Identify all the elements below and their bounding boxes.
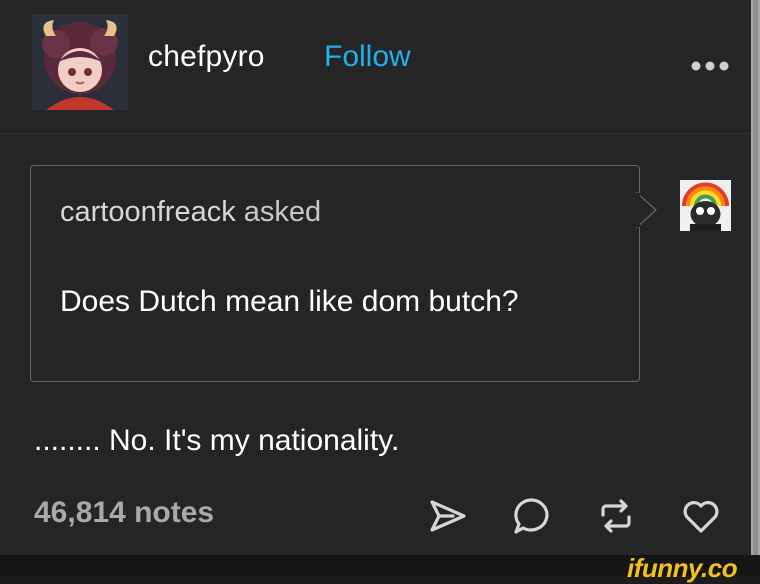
reply-bubble-icon[interactable] [511,495,553,537]
scrollbar[interactable] [751,0,760,555]
scrollbar-thumb[interactable] [753,0,758,555]
ask-question: Does Dutch mean like dom butch? [60,285,519,318]
asked-label: asked [243,196,322,228]
more-dots-icon[interactable] [690,60,730,72]
author-username[interactable]: chefpyro [148,40,265,74]
reblog-icon[interactable] [595,495,637,537]
heart-icon[interactable] [680,495,722,537]
author-avatar-image [32,14,128,110]
share-send-icon[interactable] [427,495,469,537]
asker-avatar-image [680,180,731,231]
asker-line: cartoonfreack asked [60,196,321,229]
asker-name[interactable]: cartoonfreack [60,196,236,228]
ask-pointer [636,191,657,229]
asker-avatar[interactable] [680,180,731,231]
follow-button[interactable]: Follow [324,40,411,74]
author-avatar[interactable] [32,14,128,110]
header-divider [0,133,751,134]
watermark-logo: ifunny.co [627,553,738,583]
answer-text: ........ No. It's my nationality. [34,424,400,457]
notes-count[interactable]: 46,814 notes [34,496,214,530]
post-card: chefpyro Follow cartoonfreack asked Does… [0,0,751,555]
